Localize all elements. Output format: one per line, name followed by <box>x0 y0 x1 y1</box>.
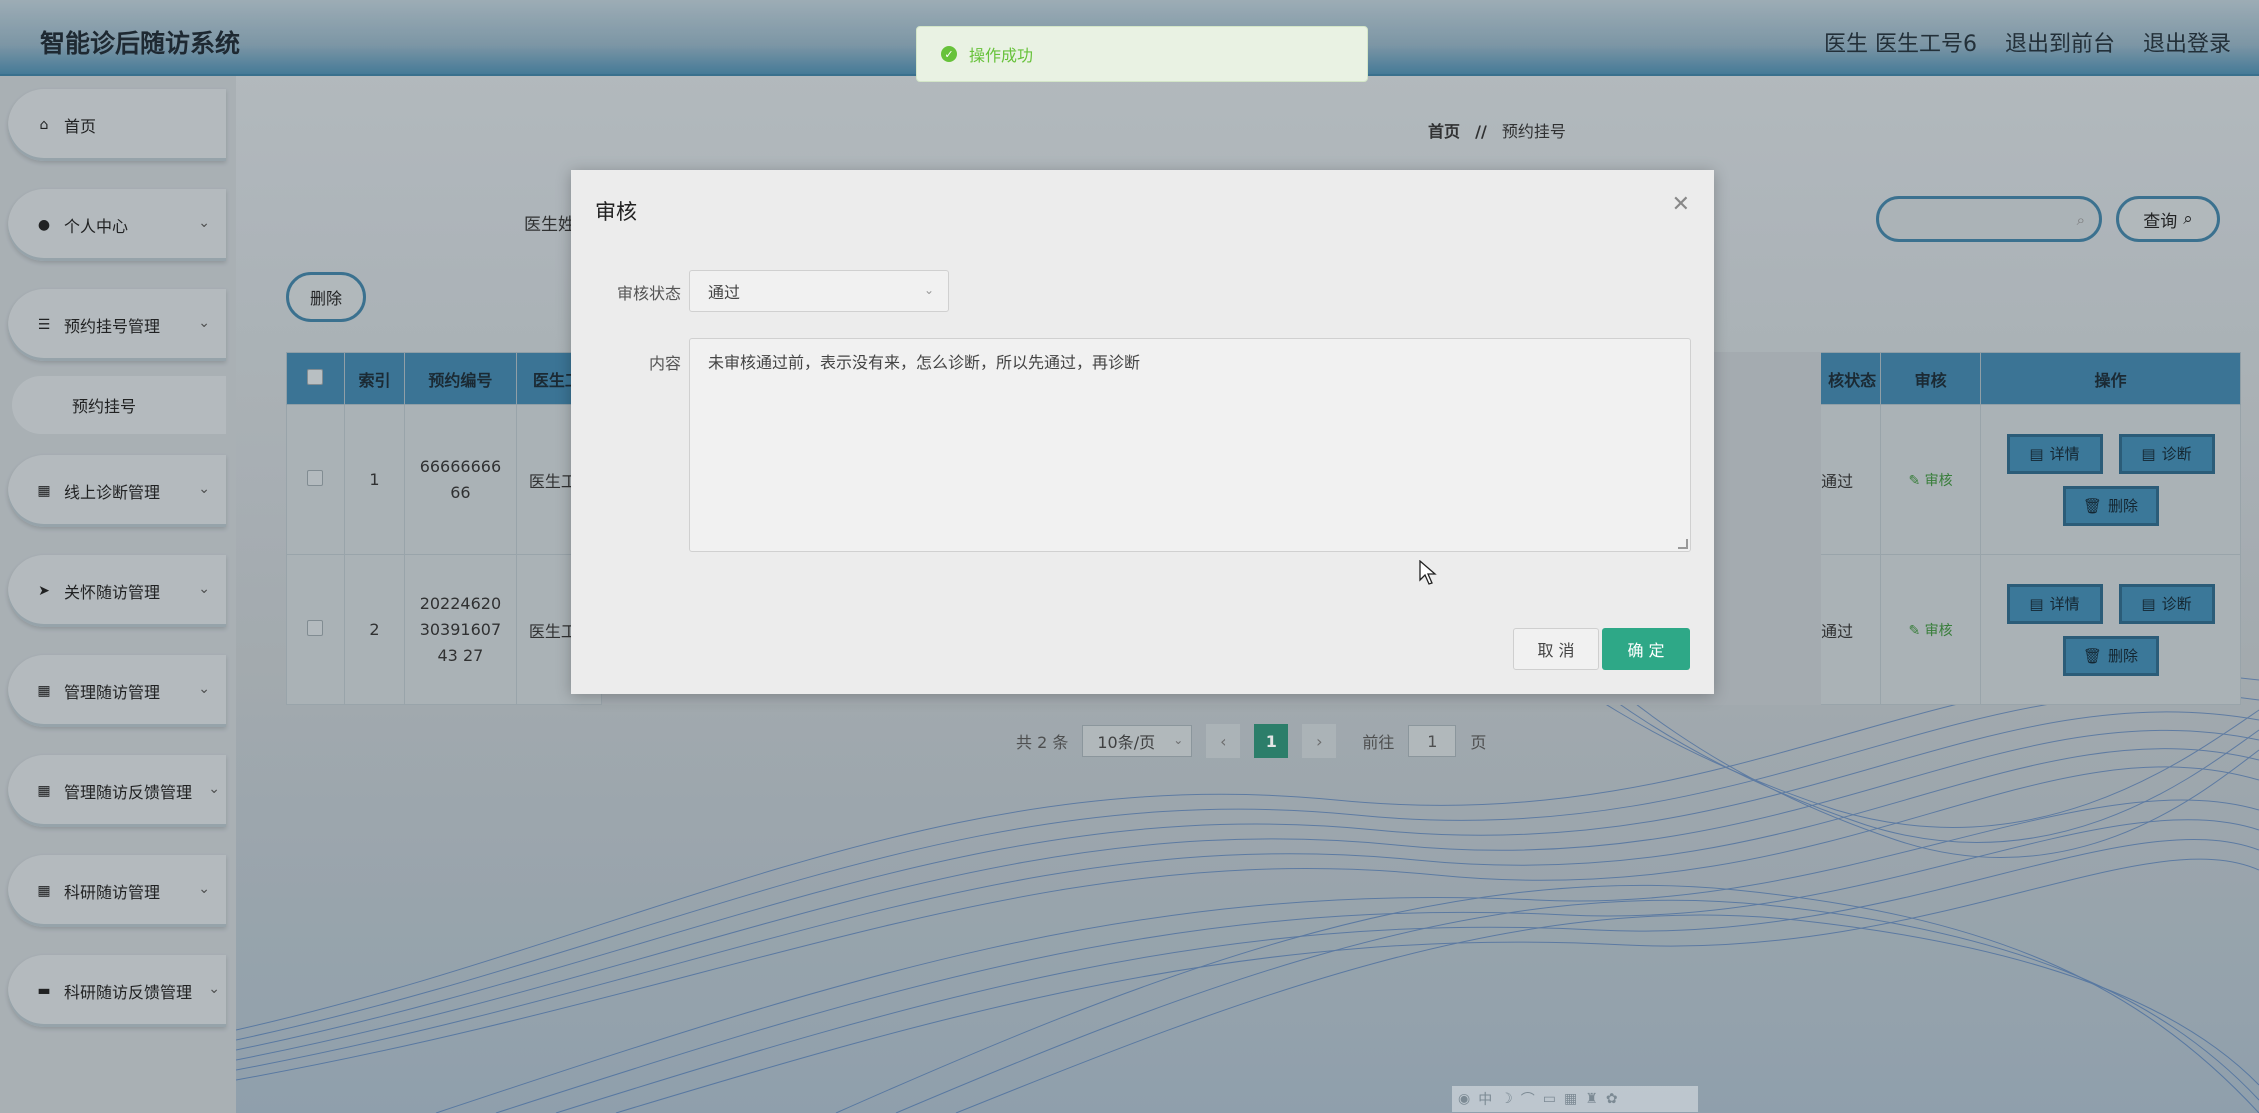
ime-grid-icon: ▦ <box>1564 1091 1578 1107</box>
ime-shirt-icon: ♜ <box>1585 1091 1598 1107</box>
audit-content-textarea[interactable]: 未审核通过前，表示没有来，怎么诊断，所以先通过，再诊断 <box>689 338 1691 552</box>
cancel-button[interactable]: 取 消 <box>1513 628 1599 670</box>
close-icon[interactable]: ✕ <box>1672 192 1690 217</box>
confirm-button[interactable]: 确 定 <box>1602 628 1690 670</box>
ime-settings-icon: ✿ <box>1605 1091 1618 1107</box>
mouse-cursor-icon <box>1419 560 1437 585</box>
audit-status-value: 通过 <box>708 283 741 302</box>
ime-punct-icon: ⌒ <box>1520 1092 1535 1108</box>
check-circle-icon: ✓ <box>941 46 957 62</box>
content-field-label: 内容 <box>648 354 681 373</box>
ime-logo-icon: ◉ <box>1458 1091 1471 1107</box>
ime-mode-icon: 中 <box>1478 1092 1493 1108</box>
audit-dialog: 审核 ✕ 审核状态 通过 ⌄ 内容 未审核通过前，表示没有来，怎么诊断，所以先通… <box>571 170 1714 694</box>
ime-moon-icon: ☽ <box>1500 1091 1513 1107</box>
chevron-down-icon: ⌄ <box>923 283 934 297</box>
ime-toolbar[interactable]: ◉ 中 ☽ ⌒ ▭ ▦ ♜ ✿ <box>1452 1086 1698 1112</box>
toast-message: 操作成功 <box>969 46 1034 65</box>
dialog-title: 审核 <box>595 200 637 224</box>
success-toast: ✓ 操作成功 <box>916 26 1368 82</box>
resize-handle-icon[interactable] <box>1678 539 1688 549</box>
audit-status-select[interactable]: 通过 ⌄ <box>689 270 949 312</box>
ime-keyboard-icon: ▭ <box>1542 1091 1557 1107</box>
audit-content-text: 未审核通过前，表示没有来，怎么诊断，所以先通过，再诊断 <box>708 353 1141 372</box>
status-field-label: 审核状态 <box>616 284 681 303</box>
